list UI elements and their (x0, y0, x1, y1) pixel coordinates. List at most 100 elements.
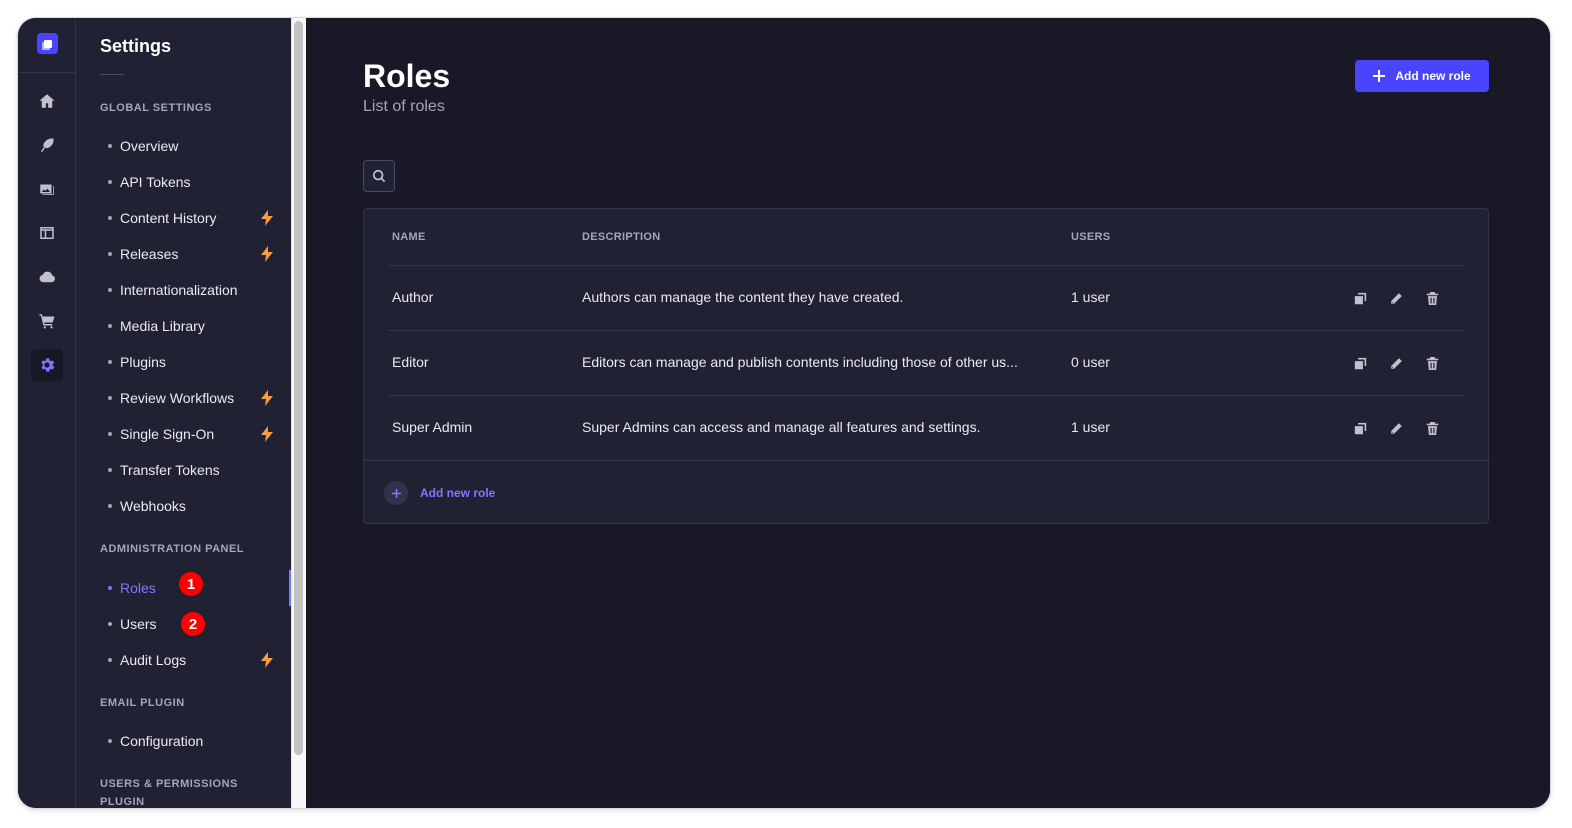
section-label-administration-panel: Administration Panel (100, 543, 245, 555)
add-new-role-label: Add new role (1395, 69, 1471, 83)
bullet (108, 144, 112, 148)
sidebar-item-transfer-tokens[interactable]: Transfer Tokens (100, 456, 280, 484)
trash-icon[interactable] (1424, 420, 1440, 436)
cart-icon[interactable] (31, 305, 63, 337)
duplicate-icon[interactable] (1352, 420, 1368, 436)
sidebar-item-label: Users (120, 616, 157, 632)
table-add-new-role[interactable]: Add new role (384, 481, 495, 505)
sidebar-scrollbar-thumb[interactable] (294, 21, 303, 755)
edit-pencil-icon[interactable] (1388, 420, 1404, 436)
plus-circle-icon (384, 481, 408, 505)
plus-icon (1373, 70, 1386, 82)
sidebar-item-plugins[interactable]: Plugins (100, 348, 280, 376)
page-title: Roles (363, 58, 451, 94)
main-content: Roles List of roles Add new role Name De… (306, 18, 1550, 808)
sidebar-item-releases[interactable]: Releases (100, 240, 280, 268)
role-name: Editor (392, 354, 429, 370)
settings-gear-icon[interactable] (31, 349, 63, 381)
lightning-icon (261, 390, 273, 406)
sidebar-item-label: Transfer Tokens (120, 462, 220, 478)
edit-pencil-icon[interactable] (1388, 290, 1404, 306)
table-footer-divider (364, 460, 1490, 461)
sidebar-item-audit-logs[interactable]: Audit Logs (100, 646, 280, 674)
app-window: Settings Global Settings Overview API To… (18, 18, 1550, 808)
edit-pencil-icon[interactable] (1388, 355, 1404, 371)
sidebar-item-label: Internationalization (120, 282, 238, 298)
role-name: Author (392, 289, 434, 305)
row-divider (388, 265, 1465, 266)
home-icon[interactable] (31, 85, 63, 117)
table-add-new-role-label: Add new role (420, 486, 496, 500)
settings-sidebar: Settings Global Settings Overview API To… (76, 18, 291, 808)
bullet (108, 739, 112, 743)
column-header-name: Name (392, 231, 426, 243)
sidebar-item-label: Content History (120, 210, 217, 226)
sidebar-item-overview[interactable]: Overview (100, 132, 280, 160)
bullet (108, 252, 112, 256)
app-logo[interactable] (37, 33, 58, 54)
sidebar-item-internationalization[interactable]: Internationalization (100, 276, 280, 304)
bullet (108, 288, 112, 292)
add-new-role-button[interactable]: Add new role (1355, 60, 1489, 92)
search-button[interactable] (363, 160, 395, 192)
section-label-global-settings: Global Settings (100, 102, 212, 114)
bullet (108, 432, 112, 436)
lightning-icon (261, 210, 273, 226)
bullet (108, 324, 112, 328)
lightning-icon (261, 652, 273, 668)
role-users-count: 0 user (1071, 354, 1110, 370)
bullet (108, 180, 112, 184)
row-divider (388, 395, 1465, 396)
duplicate-icon[interactable] (1352, 355, 1368, 371)
media-icon[interactable] (31, 173, 63, 205)
row-divider (388, 330, 1465, 331)
bullet (108, 360, 112, 364)
sidebar-item-review-workflows[interactable]: Review Workflows (100, 384, 280, 412)
sidebar-item-label: Releases (120, 246, 179, 262)
bullet (108, 216, 112, 220)
trash-icon[interactable] (1424, 355, 1440, 371)
role-description: Authors can manage the content they have… (582, 289, 904, 305)
sidebar-item-api-tokens[interactable]: API Tokens (100, 168, 280, 196)
sidebar-item-label: Plugins (120, 354, 166, 370)
sidebar-item-label: Media Library (120, 318, 205, 334)
sidebar-item-single-sign-on[interactable]: Single Sign-On (100, 420, 280, 448)
lightning-icon (261, 246, 273, 262)
cloud-icon[interactable] (31, 261, 63, 293)
trash-icon[interactable] (1424, 290, 1440, 306)
column-header-users: Users (1071, 231, 1111, 243)
duplicate-icon[interactable] (1352, 290, 1368, 306)
sidebar-item-label: Webhooks (120, 498, 186, 514)
sidebar-item-label: Audit Logs (120, 652, 187, 668)
sidebar-item-label: Overview (120, 138, 179, 154)
section-label-users-permissions-plugin: Users & Permissions Plugin (100, 778, 238, 808)
section-label-email-plugin: Email Plugin (100, 697, 185, 709)
bullet (108, 586, 112, 590)
sidebar-item-webhooks[interactable]: Webhooks (100, 492, 280, 520)
lightning-icon (261, 426, 273, 442)
bullet (108, 658, 112, 662)
sidebar-item-label: Single Sign-On (120, 426, 215, 442)
sidebar-item-media-library[interactable]: Media Library (100, 312, 280, 340)
sidebar-title: Settings (100, 36, 172, 56)
layout-icon[interactable] (31, 217, 63, 249)
page-subtitle: List of roles (363, 98, 445, 115)
role-name: Super Admin (392, 419, 473, 435)
rail-divider (18, 72, 76, 73)
sidebar-item-label: Review Workflows (120, 390, 235, 406)
sidebar-item-label: API Tokens (120, 174, 191, 190)
bullet (108, 396, 112, 400)
roles-table: Name Description Users Author Authors ca… (363, 208, 1490, 524)
annotation-badge-1: 1 (179, 572, 203, 596)
role-description: Super Admins can access and manage all f… (582, 419, 981, 435)
role-description: Editors can manage and publish contents … (582, 354, 1018, 370)
role-users-count: 1 user (1071, 419, 1110, 435)
sidebar-item-label: Configuration (120, 733, 204, 749)
sidebar-item-label: Roles (120, 580, 156, 596)
role-users-count: 1 user (1071, 289, 1110, 305)
sidebar-item-content-history[interactable]: Content History (100, 204, 280, 232)
search-icon (372, 169, 386, 183)
sidebar-item-configuration[interactable]: Configuration (100, 727, 280, 755)
sidebar-title-divider (100, 74, 124, 75)
feather-icon[interactable] (31, 129, 63, 161)
